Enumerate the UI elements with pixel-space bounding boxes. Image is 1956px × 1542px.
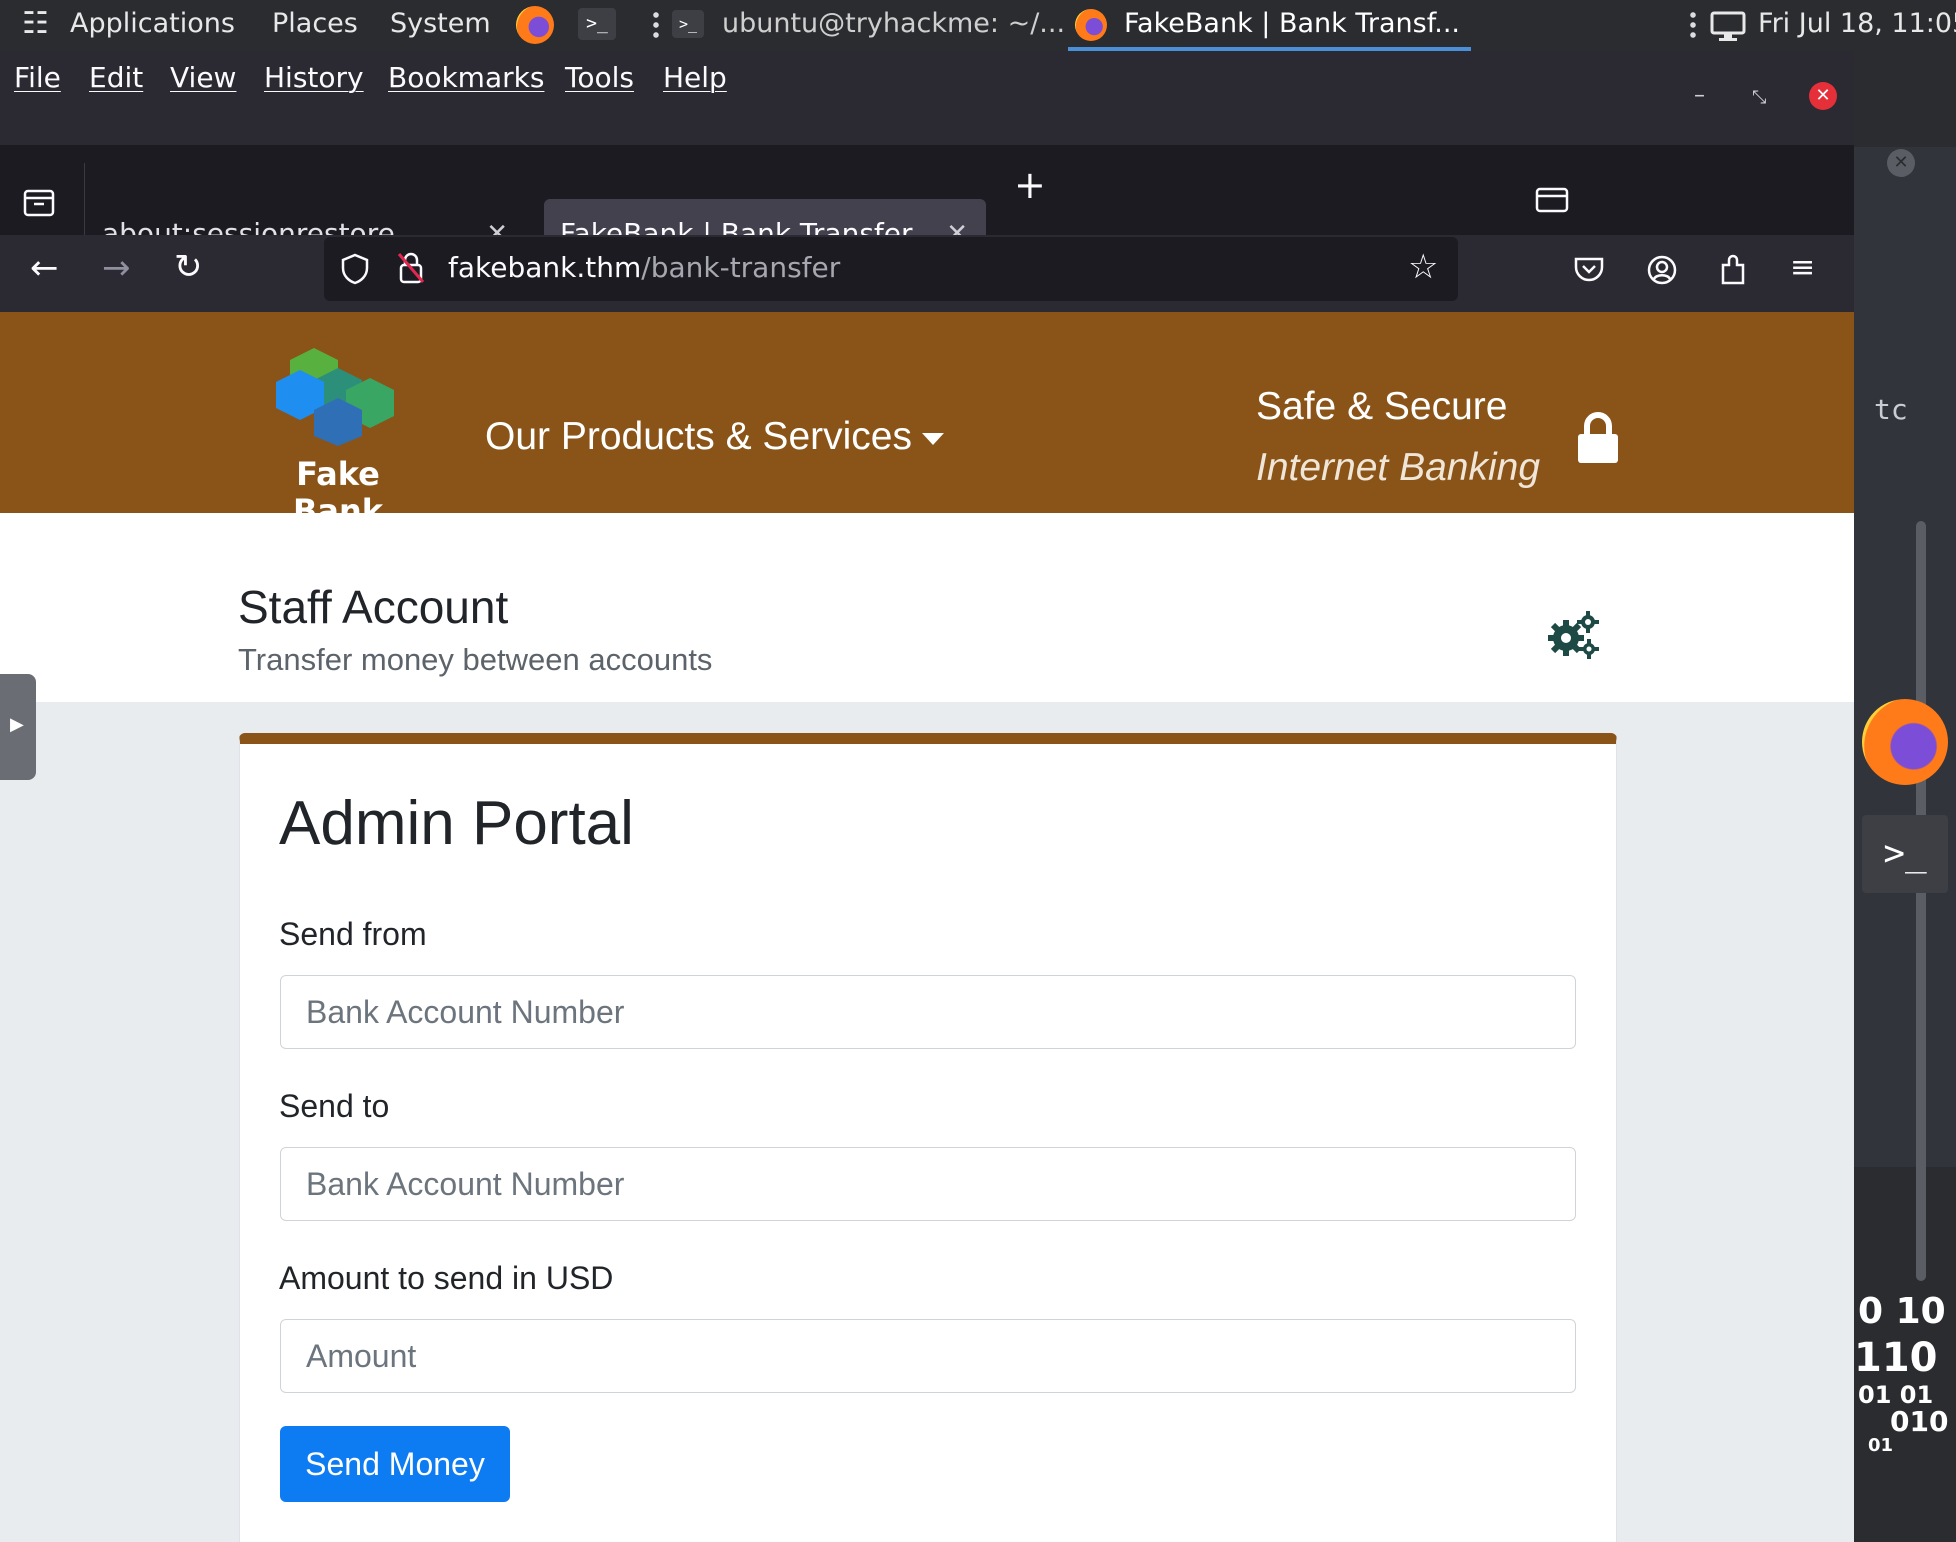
internet-banking-subtitle: Internet Banking bbox=[1256, 446, 1541, 489]
safe-secure-title: Safe & Secure bbox=[1256, 385, 1508, 428]
send-to-input[interactable] bbox=[280, 1147, 1576, 1221]
desktop-background: ✕ tc >_ 0 10 110 01 01 010 01 bbox=[1854, 51, 1956, 1542]
monitor-icon[interactable] bbox=[1710, 10, 1746, 42]
firefox-launcher-icon[interactable] bbox=[516, 6, 554, 44]
task-browser[interactable]: FakeBank | Bank Transf... bbox=[1124, 8, 1460, 40]
forward-icon[interactable]: → bbox=[102, 248, 131, 288]
expand-arrow-icon: ▶ bbox=[10, 714, 24, 735]
insecure-lock-icon[interactable] bbox=[396, 251, 426, 285]
caret-down-icon bbox=[921, 432, 944, 445]
background-close-icon[interactable]: ✕ bbox=[1887, 149, 1915, 177]
panel-separator-icon bbox=[1690, 10, 1696, 40]
taskbar-separator-icon bbox=[653, 10, 659, 40]
tab-divider bbox=[84, 163, 85, 235]
firefox-dock-icon[interactable] bbox=[1862, 699, 1948, 785]
reload-icon[interactable]: ↻ bbox=[174, 247, 203, 287]
background-window bbox=[1854, 147, 1956, 1167]
send-money-button[interactable]: Send Money bbox=[280, 1426, 510, 1502]
amount-label: Amount to send in USD bbox=[279, 1260, 614, 1296]
applications-menu[interactable]: Applications bbox=[70, 8, 235, 40]
system-panel: ☷ Applications Places System >_ >_ ubunt… bbox=[0, 0, 1956, 51]
fakebank-logo-icon[interactable] bbox=[274, 346, 402, 446]
send-from-input[interactable] bbox=[280, 975, 1576, 1049]
restore-icon[interactable]: ⤡ bbox=[1752, 87, 1766, 108]
back-icon[interactable]: ← bbox=[30, 248, 59, 288]
window-close-icon[interactable]: ✕ bbox=[1809, 82, 1837, 110]
menu-file[interactable]: File bbox=[14, 61, 61, 94]
binary-line-5: 01 bbox=[1868, 1435, 1894, 1456]
places-menu[interactable]: Places bbox=[272, 8, 358, 40]
lock-icon bbox=[1578, 412, 1618, 463]
logo-line-1: Fake bbox=[296, 455, 380, 493]
menu-history[interactable]: History bbox=[264, 61, 364, 94]
app-menu-icon[interactable]: ≡ bbox=[1790, 248, 1815, 288]
amount-input[interactable] bbox=[280, 1319, 1576, 1393]
binary-line-1: 0 10 bbox=[1858, 1291, 1946, 1332]
url-text[interactable]: fakebank.thm/bank-transfer bbox=[448, 251, 840, 284]
menu-bookmarks[interactable]: Bookmarks bbox=[388, 61, 544, 94]
system-menu[interactable]: System bbox=[390, 8, 491, 40]
side-panel-handle[interactable]: ▶ bbox=[0, 674, 36, 780]
background-scrollbar[interactable] bbox=[1916, 521, 1926, 1281]
account-icon[interactable] bbox=[1646, 254, 1678, 286]
terminal-dock-icon[interactable]: >_ bbox=[1862, 815, 1948, 893]
card-title: Admin Portal bbox=[279, 789, 634, 858]
task-terminal[interactable]: ubuntu@tryhackme: ~/... bbox=[722, 8, 1065, 40]
apps-grid-icon[interactable]: ☷ bbox=[22, 8, 49, 40]
pocket-icon[interactable] bbox=[1572, 255, 1606, 285]
send-to-label: Send to bbox=[279, 1088, 390, 1124]
menu-view[interactable]: View bbox=[170, 61, 236, 94]
menu-edit[interactable]: Edit bbox=[89, 61, 143, 94]
products-services-label: Our Products & Services bbox=[485, 415, 912, 458]
background-text: tc bbox=[1874, 393, 1908, 426]
page-subtitle: Transfer money between accounts bbox=[238, 642, 713, 677]
url-host: fakebank.thm bbox=[448, 251, 642, 284]
minimize-icon[interactable]: – bbox=[1694, 83, 1705, 108]
terminal-launcher-icon[interactable]: >_ bbox=[578, 8, 616, 40]
shield-icon[interactable] bbox=[340, 253, 370, 285]
list-tabs-icon[interactable] bbox=[1534, 185, 1570, 215]
products-services-dropdown[interactable]: Our Products & Services bbox=[485, 415, 944, 459]
new-tab-icon[interactable]: + bbox=[1014, 163, 1046, 207]
binary-line-2: 110 bbox=[1854, 1335, 1938, 1381]
clock[interactable]: Fri Jul 18, 11:05 bbox=[1758, 8, 1956, 40]
send-from-label: Send from bbox=[279, 916, 427, 952]
binary-line-4: 010 bbox=[1890, 1405, 1949, 1438]
url-bar[interactable]: fakebank.thm/bank-transfer ☆ bbox=[324, 237, 1458, 301]
terminal-task-icon: >_ bbox=[672, 10, 704, 38]
settings-gears-icon[interactable] bbox=[1546, 608, 1602, 662]
menu-help[interactable]: Help bbox=[663, 61, 727, 94]
bookmark-star-icon[interactable]: ☆ bbox=[1408, 247, 1438, 287]
firefox-view-icon[interactable] bbox=[22, 185, 56, 219]
url-path: /bank-transfer bbox=[641, 251, 841, 284]
firefox-task-icon bbox=[1075, 9, 1107, 41]
extensions-icon[interactable] bbox=[1718, 253, 1750, 287]
page-title: Staff Account bbox=[238, 581, 509, 633]
menu-bar: File Edit View History Bookmarks Tools H… bbox=[0, 51, 1854, 145]
menu-tools[interactable]: Tools bbox=[565, 61, 634, 94]
